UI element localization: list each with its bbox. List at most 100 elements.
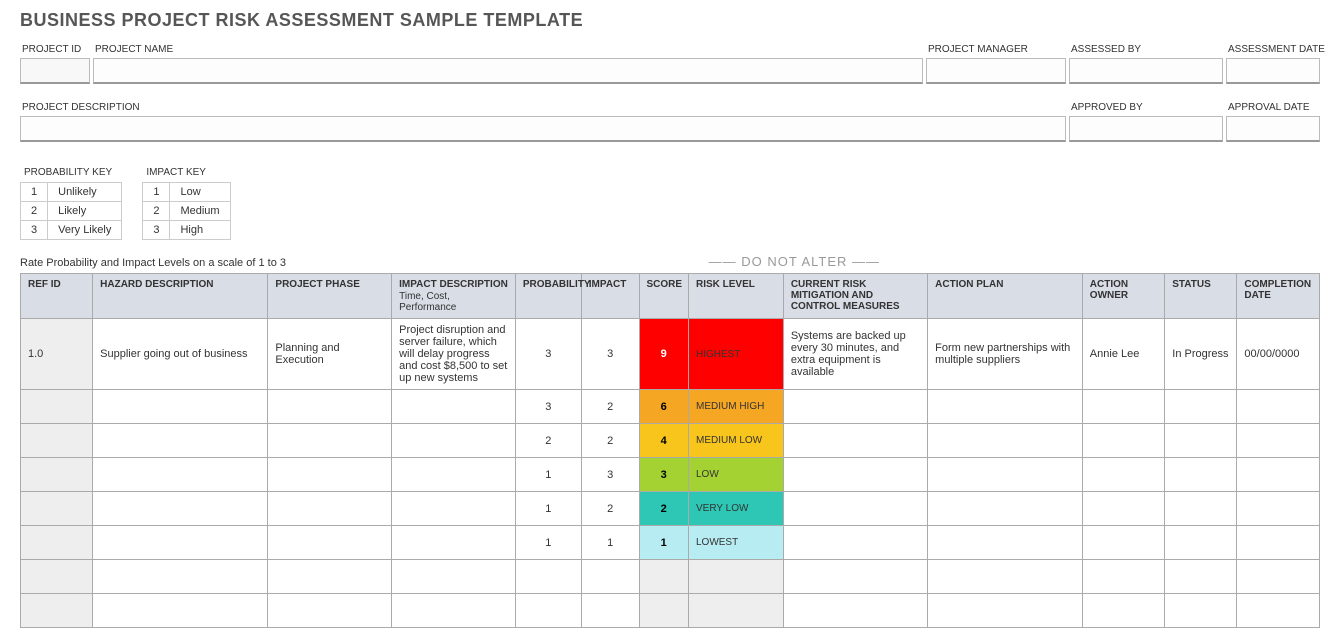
- cell[interactable]: [1082, 390, 1164, 424]
- cell[interactable]: [1082, 458, 1164, 492]
- cell[interactable]: [93, 526, 268, 560]
- cell[interactable]: [1165, 390, 1237, 424]
- cell[interactable]: [1237, 594, 1320, 628]
- cell[interactable]: 2: [639, 492, 688, 526]
- input-project-id[interactable]: [20, 58, 90, 84]
- cell[interactable]: 4: [639, 424, 688, 458]
- cell[interactable]: [688, 560, 783, 594]
- cell[interactable]: 1: [639, 526, 688, 560]
- cell[interactable]: [928, 526, 1083, 560]
- cell[interactable]: [1237, 492, 1320, 526]
- cell[interactable]: [688, 594, 783, 628]
- cell[interactable]: MEDIUM LOW: [688, 424, 783, 458]
- cell[interactable]: [1082, 492, 1164, 526]
- cell[interactable]: [783, 560, 927, 594]
- cell[interactable]: [783, 458, 927, 492]
- cell[interactable]: [783, 526, 927, 560]
- cell[interactable]: [1237, 424, 1320, 458]
- cell[interactable]: Supplier going out of business: [93, 319, 268, 390]
- cell[interactable]: 2: [581, 390, 639, 424]
- cell[interactable]: [928, 492, 1083, 526]
- cell[interactable]: 3: [581, 458, 639, 492]
- cell[interactable]: [783, 424, 927, 458]
- cell[interactable]: [21, 424, 93, 458]
- cell[interactable]: [783, 594, 927, 628]
- cell[interactable]: [1237, 390, 1320, 424]
- cell[interactable]: 3: [515, 390, 581, 424]
- cell[interactable]: LOW: [688, 458, 783, 492]
- cell[interactable]: [783, 492, 927, 526]
- cell[interactable]: [268, 424, 392, 458]
- cell[interactable]: [1237, 560, 1320, 594]
- cell[interactable]: [268, 458, 392, 492]
- cell[interactable]: Planning and Execution: [268, 319, 392, 390]
- cell[interactable]: [392, 458, 516, 492]
- cell[interactable]: [1165, 458, 1237, 492]
- cell[interactable]: 1: [515, 458, 581, 492]
- cell[interactable]: [268, 526, 392, 560]
- cell[interactable]: [268, 594, 392, 628]
- cell[interactable]: 00/00/0000: [1237, 319, 1320, 390]
- cell[interactable]: [928, 458, 1083, 492]
- cell[interactable]: [1165, 560, 1237, 594]
- cell[interactable]: VERY LOW: [688, 492, 783, 526]
- cell[interactable]: [392, 526, 516, 560]
- cell[interactable]: [93, 560, 268, 594]
- input-assessment-date[interactable]: [1226, 58, 1320, 84]
- cell[interactable]: [93, 458, 268, 492]
- cell[interactable]: 1: [515, 526, 581, 560]
- cell[interactable]: [1165, 526, 1237, 560]
- cell[interactable]: 9: [639, 319, 688, 390]
- cell[interactable]: 3: [515, 319, 581, 390]
- cell[interactable]: 3: [639, 458, 688, 492]
- cell[interactable]: [1082, 560, 1164, 594]
- cell[interactable]: [21, 560, 93, 594]
- cell[interactable]: [515, 560, 581, 594]
- cell[interactable]: [392, 390, 516, 424]
- cell[interactable]: [93, 390, 268, 424]
- cell[interactable]: [1165, 424, 1237, 458]
- input-project-name[interactable]: [93, 58, 923, 84]
- input-approved-by[interactable]: [1069, 116, 1223, 142]
- cell[interactable]: [515, 594, 581, 628]
- cell[interactable]: [1165, 594, 1237, 628]
- cell[interactable]: [392, 424, 516, 458]
- cell[interactable]: Project disruption and server failure, w…: [392, 319, 516, 390]
- input-approval-date[interactable]: [1226, 116, 1320, 142]
- cell[interactable]: [21, 390, 93, 424]
- cell[interactable]: [93, 492, 268, 526]
- cell[interactable]: 2: [515, 424, 581, 458]
- cell[interactable]: [21, 594, 93, 628]
- input-project-description[interactable]: [20, 116, 1066, 142]
- cell[interactable]: MEDIUM HIGH: [688, 390, 783, 424]
- cell[interactable]: In Progress: [1165, 319, 1237, 390]
- cell[interactable]: [1237, 458, 1320, 492]
- cell[interactable]: [928, 424, 1083, 458]
- cell[interactable]: [1237, 526, 1320, 560]
- cell[interactable]: 3: [581, 319, 639, 390]
- cell[interactable]: [93, 594, 268, 628]
- cell[interactable]: 2: [581, 492, 639, 526]
- cell[interactable]: [268, 390, 392, 424]
- cell[interactable]: [928, 594, 1083, 628]
- cell[interactable]: [268, 560, 392, 594]
- cell[interactable]: [1082, 424, 1164, 458]
- cell[interactable]: 6: [639, 390, 688, 424]
- cell[interactable]: [1082, 594, 1164, 628]
- cell[interactable]: [1082, 526, 1164, 560]
- cell[interactable]: [581, 560, 639, 594]
- cell[interactable]: 2: [581, 424, 639, 458]
- cell[interactable]: [1165, 492, 1237, 526]
- cell[interactable]: [639, 594, 688, 628]
- cell[interactable]: [392, 492, 516, 526]
- cell[interactable]: [639, 560, 688, 594]
- cell[interactable]: LOWEST: [688, 526, 783, 560]
- cell[interactable]: [928, 560, 1083, 594]
- cell[interactable]: Form new partnerships with multiple supp…: [928, 319, 1083, 390]
- cell[interactable]: [783, 390, 927, 424]
- cell[interactable]: 1: [581, 526, 639, 560]
- cell[interactable]: [928, 390, 1083, 424]
- cell[interactable]: [392, 560, 516, 594]
- cell[interactable]: [392, 594, 516, 628]
- cell[interactable]: 1: [515, 492, 581, 526]
